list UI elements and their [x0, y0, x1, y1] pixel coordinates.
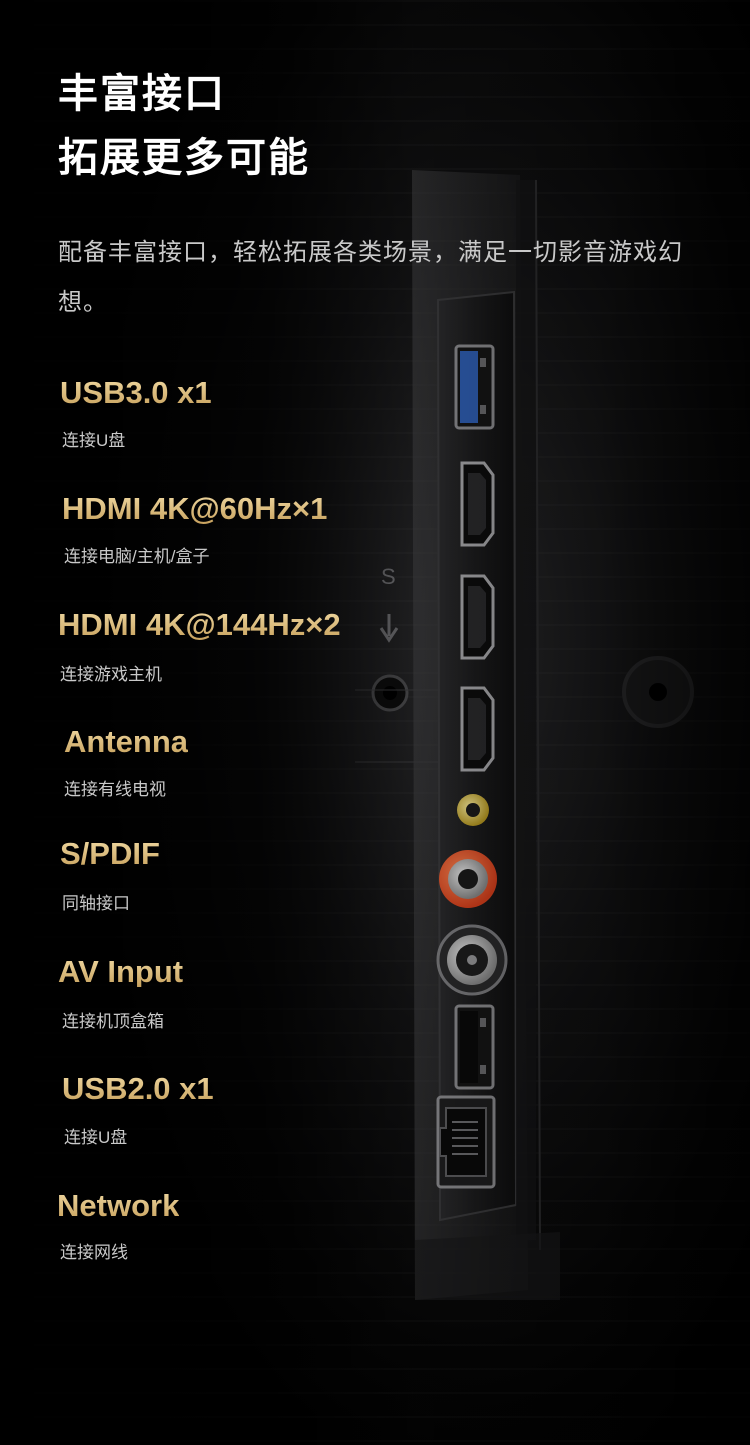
port-label-usb3: USB3.0 x1 [60, 375, 212, 410]
ports-feature-page: S [0, 0, 750, 1445]
port-sub-av-input: 连接机顶盒箱 [62, 1012, 164, 1031]
port-sub-spdif: 同轴接口 [62, 894, 130, 913]
page-title-line-2: 拓展更多可能 [58, 136, 310, 180]
port-sub-hdmi-144: 连接游戏主机 [60, 665, 162, 684]
port-label-av-input: AV Input [58, 954, 184, 989]
port-sub-usb2: 连接U盘 [64, 1128, 128, 1147]
left-vignette-overlay [0, 0, 750, 1445]
port-sub-hdmi-60: 连接电脑/主机/盒子 [64, 547, 210, 566]
port-label-hdmi-60: HDMI 4K@60Hz×1 [62, 491, 328, 526]
port-label-hdmi-144: HDMI 4K@144Hz×2 [58, 607, 341, 642]
port-label-spdif: S/PDIF [60, 836, 160, 871]
port-label-antenna: Antenna [64, 724, 188, 759]
port-label-usb2: USB2.0 x1 [62, 1071, 214, 1106]
port-sub-network: 连接网线 [60, 1243, 128, 1262]
page-description: 配备丰富接口，轻松拓展各类场景，满足一切影音游戏幻想。 [58, 239, 683, 316]
page-title-line-1: 丰富接口 [58, 72, 226, 116]
port-label-network: Network [57, 1188, 180, 1223]
port-sub-usb3: 连接U盘 [62, 431, 126, 450]
port-sub-antenna: 连接有线电视 [64, 780, 166, 799]
